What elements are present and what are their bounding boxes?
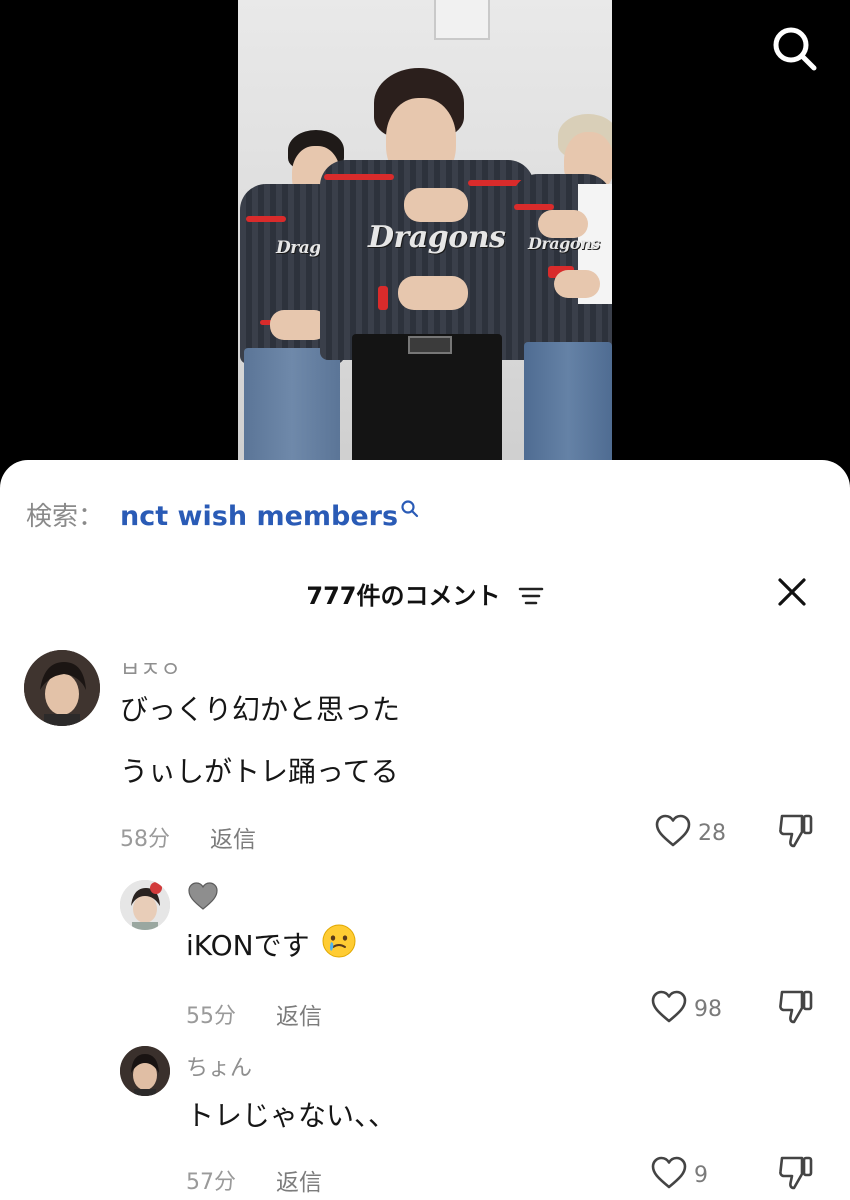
avatar[interactable]	[120, 1046, 170, 1096]
comment-timestamp: 57分	[186, 1170, 236, 1195]
avatar[interactable]	[120, 880, 170, 930]
like-button[interactable]: 28	[654, 814, 726, 852]
like-button[interactable]: 98	[650, 990, 722, 1028]
comment-text: iKONです	[186, 924, 357, 969]
sort-filter-icon[interactable]	[518, 585, 544, 611]
gray-heart-icon	[186, 880, 220, 916]
comments-sheet: 検索： nct wish members 777件のコメント ㅂㅈㅇ びっくり幻…	[0, 460, 850, 1200]
comment-text-line: びっくり幻かと思った	[120, 693, 401, 726]
search-suggestion: 検索： nct wish members	[26, 496, 420, 533]
app-screen: Dragons Dragons Dragons 検索： nct wish mem…	[0, 0, 850, 1200]
heart-outline-icon	[650, 990, 688, 1028]
reply-comment-item: ちょん トレじゃない、、 57分 返信 9	[0, 1046, 850, 1196]
reply-button[interactable]: 返信	[210, 820, 256, 854]
search-query-link[interactable]: nct wish members	[120, 501, 398, 532]
comments-count-title: 777件のコメント	[306, 582, 501, 610]
dislike-icon[interactable]	[776, 810, 816, 850]
search-label: 検索：	[26, 502, 105, 532]
heart-outline-icon	[654, 814, 692, 852]
comment-item: ㅂㅈㅇ びっくり幻かと思った うぃしがトレ踊ってる 58分 返信 28	[0, 650, 850, 860]
video-player[interactable]: Dragons Dragons Dragons	[238, 0, 612, 470]
reply-button[interactable]: 返信	[276, 997, 322, 1031]
heart-outline-icon	[650, 1156, 688, 1194]
comment-timestamp: 58分	[120, 827, 170, 852]
search-icon[interactable]	[770, 24, 820, 74]
comment-username[interactable]: ㅂㅈㅇ	[120, 652, 181, 684]
wall-outlet	[434, 0, 490, 40]
face-holding-back-tears-icon	[321, 923, 357, 966]
reply-button[interactable]: 返信	[276, 1163, 322, 1197]
jersey-logo-center: Dragons	[368, 220, 506, 255]
comment-text-content: iKONです	[186, 929, 310, 962]
like-button[interactable]: 9	[650, 1156, 708, 1194]
comment-timestamp: 55分	[186, 1004, 236, 1029]
dislike-icon[interactable]	[776, 1152, 816, 1192]
like-count: 98	[694, 996, 722, 1022]
avatar[interactable]	[24, 650, 100, 726]
comment-username[interactable]: ちょん	[186, 1050, 252, 1082]
dancer-right: Dragons	[508, 114, 612, 470]
reply-comment-item: iKONです 55分 返信 98	[0, 880, 850, 1030]
comments-header: 777件のコメント	[0, 572, 850, 616]
comment-text: トレじゃない、、	[186, 1099, 397, 1132]
dancer-center: Dragons	[318, 64, 538, 470]
comment-text-line: うぃしがトレ踊ってる	[120, 755, 399, 788]
like-count: 9	[694, 1162, 708, 1188]
search-query-icon[interactable]	[400, 499, 420, 523]
close-icon[interactable]	[772, 572, 812, 612]
like-count: 28	[698, 820, 726, 846]
dislike-icon[interactable]	[776, 986, 816, 1026]
